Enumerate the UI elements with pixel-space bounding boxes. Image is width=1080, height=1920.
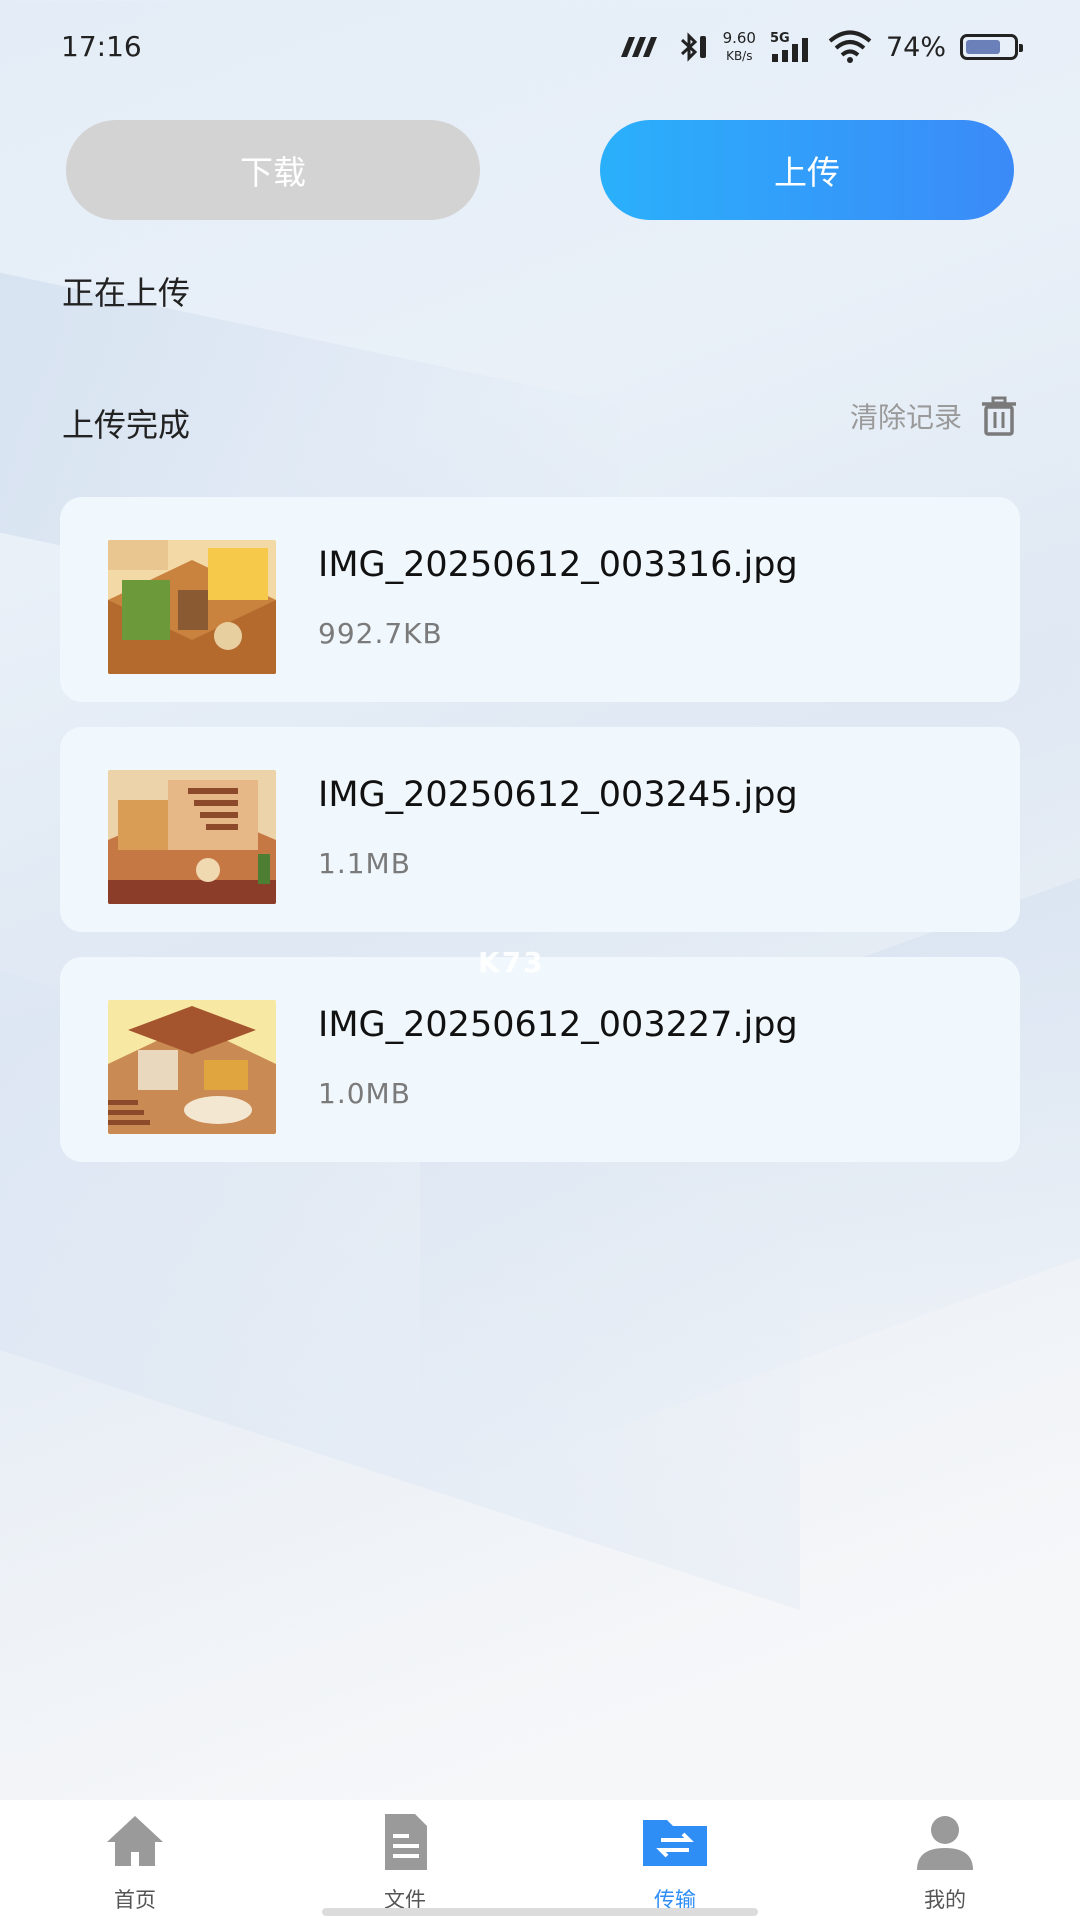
file-list-item[interactable]: IMG_20250612_003227.jpg 1.0MB	[60, 957, 1020, 1162]
nav-label-profile: 我的	[924, 1888, 966, 1912]
status-bar: 17:16 9.60 KB/s 5G 74%	[0, 0, 1080, 92]
file-thumbnail	[108, 770, 276, 904]
carrier-icon	[620, 37, 657, 57]
user-icon	[917, 1816, 973, 1870]
status-time: 17:16	[61, 30, 142, 63]
file-size: 992.7KB	[318, 617, 443, 650]
background-plane	[420, 841, 1080, 1499]
nav-item-profile[interactable]: 我的	[810, 1800, 1080, 1920]
nav-item-transfer[interactable]: 传输	[540, 1800, 810, 1920]
file-icon	[385, 1814, 427, 1870]
download-tab-button[interactable]: 下载	[66, 120, 480, 220]
file-thumbnail	[108, 1000, 276, 1134]
file-thumbnail	[108, 540, 276, 674]
uploading-section-title: 正在上传	[62, 274, 191, 312]
file-name: IMG_20250612_003316.jpg	[318, 545, 798, 585]
clear-records-button[interactable]: 清除记录	[850, 396, 1018, 436]
nav-item-files[interactable]: 文件	[270, 1800, 540, 1920]
clear-records-label: 清除记录	[849, 401, 962, 434]
speed-unit: KB/s	[726, 49, 753, 63]
file-name: IMG_20250612_003227.jpg	[318, 1005, 798, 1045]
nav-item-home[interactable]: 首页	[0, 1800, 270, 1920]
network-speed: 9.60 KB/s	[723, 29, 756, 65]
file-list-item[interactable]: IMG_20250612_003316.jpg 992.7KB	[60, 497, 1020, 702]
bottom-nav: 首页 文件 传输 我的	[0, 1800, 1080, 1920]
home-indicator[interactable]	[322, 1908, 758, 1916]
bluetooth-icon	[680, 32, 706, 62]
watermark-logo: K73	[478, 946, 545, 979]
trash-icon	[982, 396, 1016, 436]
nav-label-home: 首页	[114, 1888, 156, 1912]
network-type-label: 5G	[770, 31, 790, 46]
home-icon	[107, 1816, 163, 1866]
file-name: IMG_20250612_003245.jpg	[318, 775, 798, 815]
file-size: 1.0MB	[318, 1077, 411, 1110]
transfer-icon	[643, 1820, 707, 1866]
speed-value: 9.60	[722, 29, 756, 47]
status-icons: 9.60 KB/s 5G 74%	[617, 22, 1023, 72]
upload-complete-section-title: 上传完成	[62, 406, 191, 444]
file-list-item[interactable]: IMG_20250612_003245.jpg 1.1MB	[60, 727, 1020, 932]
signal-icon: 5G	[770, 31, 808, 62]
battery-icon	[960, 34, 1023, 60]
wifi-icon	[828, 30, 872, 63]
battery-percent: 74%	[885, 31, 946, 63]
upload-tab-button[interactable]: 上传	[600, 120, 1014, 220]
file-size: 1.1MB	[318, 847, 411, 880]
